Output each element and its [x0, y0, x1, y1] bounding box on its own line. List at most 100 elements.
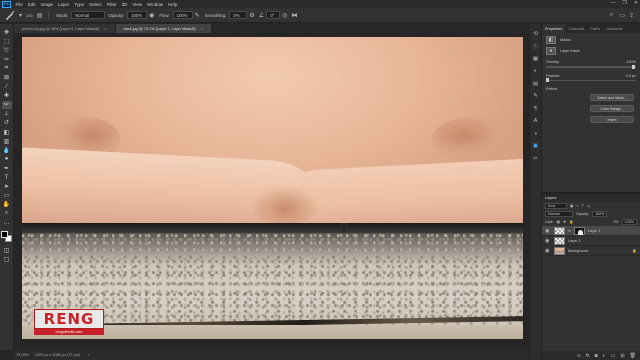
density-slider[interactable] — [546, 64, 636, 69]
menu-3d[interactable]: 3D — [119, 2, 130, 7]
adjustments-icon[interactable]: ◐ — [531, 67, 540, 76]
menu-file[interactable]: File — [13, 2, 25, 7]
layer-mask-icon[interactable]: ● — [546, 47, 556, 55]
zoom-level[interactable]: 73.09% — [16, 353, 29, 357]
brush-preset-icon[interactable] — [3, 10, 17, 21]
pressure-size-icon[interactable]: ◎ — [282, 12, 287, 19]
frame-tool-icon[interactable]: ⊠ — [2, 73, 12, 81]
character-icon[interactable]: A — [531, 117, 540, 126]
smoothing-field[interactable]: 0% — [229, 11, 248, 19]
eyedropper-tool-icon[interactable]: ⁄ — [2, 83, 12, 91]
menu-help[interactable]: Help — [166, 2, 180, 7]
filter-type-icon[interactable]: T — [582, 204, 584, 208]
mode-select[interactable]: Normal — [71, 11, 106, 19]
clone-stamp-tool-icon[interactable]: ⊥ — [2, 110, 12, 118]
paragraph-icon[interactable]: ¶ — [531, 104, 540, 113]
fill-field[interactable]: 100% — [621, 219, 637, 225]
minimize-button[interactable]: — — [610, 0, 615, 6]
lasso-tool-icon[interactable]: ➰ — [2, 46, 12, 54]
shape-tool-icon[interactable]: ▭ — [2, 192, 12, 200]
menu-window[interactable]: Window — [145, 2, 166, 7]
history-icon[interactable]: ⟲ — [531, 29, 540, 38]
symmetry-icon[interactable]: ⧓ — [291, 12, 297, 19]
menu-type[interactable]: Type — [72, 2, 87, 7]
color-range-button[interactable]: Color Range... — [590, 105, 634, 112]
type-tool-icon[interactable]: T — [2, 174, 12, 182]
menu-layer[interactable]: Layer — [56, 2, 72, 7]
fx-icon[interactable]: fx — [586, 353, 590, 359]
menu-view[interactable]: View — [130, 2, 145, 7]
quick-mask-icon[interactable]: ◫ — [2, 246, 12, 254]
tab-document-2[interactable]: back.jpg @ 73.1% (Layer 1, Layer Mask/8)… — [115, 24, 212, 33]
filter-shape-icon[interactable]: ▭ — [587, 204, 590, 208]
flow-field[interactable]: 100% — [172, 11, 193, 19]
density-value[interactable]: 100% — [626, 60, 636, 64]
pen-tool-icon[interactable]: ✒ — [2, 164, 12, 172]
close-tab-icon[interactable]: × — [201, 27, 203, 31]
brush-tool-icon[interactable]: ✏ — [1, 100, 12, 109]
properties-icon[interactable]: ▣ — [531, 142, 540, 151]
chevron-right-icon[interactable]: › — [88, 353, 89, 357]
share-icon[interactable]: ⇪ — [629, 12, 634, 19]
kind-filter-select[interactable]: Kind — [545, 203, 567, 209]
link-layers-icon[interactable]: ∞ — [577, 353, 581, 359]
layer-opacity-field[interactable]: 100% — [592, 211, 608, 217]
layers-title[interactable]: Layers — [542, 194, 640, 202]
feather-slider[interactable] — [546, 78, 636, 82]
invert-button[interactable]: Invert — [590, 116, 634, 123]
lock-pixels-icon[interactable]: ▦ — [557, 220, 560, 224]
gear-icon[interactable]: ⚙ — [249, 12, 254, 19]
airbrush-icon[interactable]: ✎ — [195, 12, 200, 19]
menu-select[interactable]: Select — [87, 2, 105, 7]
swatches-icon[interactable]: ▤ — [531, 79, 540, 88]
blend-mode-select[interactable]: Normal — [545, 211, 573, 217]
layer-row-background[interactable]: ◉ Background 🔒 — [542, 246, 640, 256]
menu-filter[interactable]: Filter — [104, 2, 119, 7]
angle-field[interactable]: 0° — [266, 11, 281, 19]
tab-gradients[interactable]: Gradients — [603, 24, 625, 33]
pixel-mask-icon[interactable]: ◧ — [546, 36, 556, 44]
tab-properties[interactable]: Properties — [542, 24, 566, 33]
workspace-icon[interactable]: ▭ — [619, 12, 625, 19]
opacity-field[interactable]: 100% — [127, 11, 148, 19]
brush-settings-panel-icon[interactable]: ✎ — [531, 92, 540, 101]
trash-icon[interactable]: 🗑 — [630, 353, 636, 359]
eye-icon[interactable]: ◉ — [545, 228, 551, 234]
eye-icon[interactable]: ◉ — [545, 238, 551, 244]
tab-paths[interactable]: Paths — [587, 24, 603, 33]
layer-row-layer-2[interactable]: ◉ Layer 2 — [542, 236, 640, 246]
blur-tool-icon[interactable]: 💧 — [2, 146, 12, 154]
close-button[interactable]: ✕ — [634, 0, 638, 6]
slider-thumb[interactable] — [546, 78, 549, 82]
healing-tool-icon[interactable]: ✚ — [2, 92, 12, 100]
search-icon[interactable]: ⌕ — [610, 12, 613, 19]
close-tab-icon[interactable]: × — [104, 27, 106, 31]
link-icon[interactable]: ∞ — [568, 228, 571, 233]
document-canvas[interactable]: RENG renguterofix.com — [22, 37, 523, 339]
menu-image[interactable]: Image — [38, 2, 56, 7]
menu-edit[interactable]: Edit — [25, 2, 38, 7]
filter-pixel-icon[interactable]: ▣ — [570, 204, 573, 208]
layer-mask-thumbnail[interactable] — [573, 226, 585, 235]
info-icon[interactable]: ⓘ — [531, 42, 540, 51]
adjustment-layer-icon[interactable]: ◐ — [603, 353, 606, 359]
marquee-tool-icon[interactable]: ⬚ — [2, 37, 12, 45]
lock-all-icon[interactable]: 🔒 — [569, 220, 573, 224]
feather-value[interactable]: 0.0 px — [626, 74, 636, 78]
filter-adjust-icon[interactable]: ◐ — [576, 204, 578, 208]
libraries-icon[interactable]: ▦ — [531, 54, 540, 63]
layer-row-layer-1[interactable]: ◉ ∞ Layer 1 — [542, 226, 640, 236]
brush-size-value[interactable]: 200 — [26, 13, 33, 18]
move-tool-icon[interactable]: ✥ — [2, 28, 12, 36]
more-tools-icon[interactable]: … — [2, 219, 12, 227]
lock-position-icon[interactable]: ✥ — [563, 220, 566, 224]
screen-mode-icon[interactable]: ▢ — [2, 255, 12, 263]
add-mask-icon[interactable]: ◙ — [595, 353, 598, 359]
path-select-tool-icon[interactable]: ➤ — [2, 183, 12, 191]
brush-settings-icon[interactable]: ▤ — [37, 12, 43, 19]
color-icon[interactable]: ◑ — [531, 129, 540, 138]
history-brush-tool-icon[interactable]: ↺ — [2, 119, 12, 127]
maximize-button[interactable]: ❐ — [622, 0, 626, 6]
dodge-tool-icon[interactable]: ● — [2, 155, 12, 163]
gradient-tool-icon[interactable]: ▥ — [2, 137, 12, 145]
